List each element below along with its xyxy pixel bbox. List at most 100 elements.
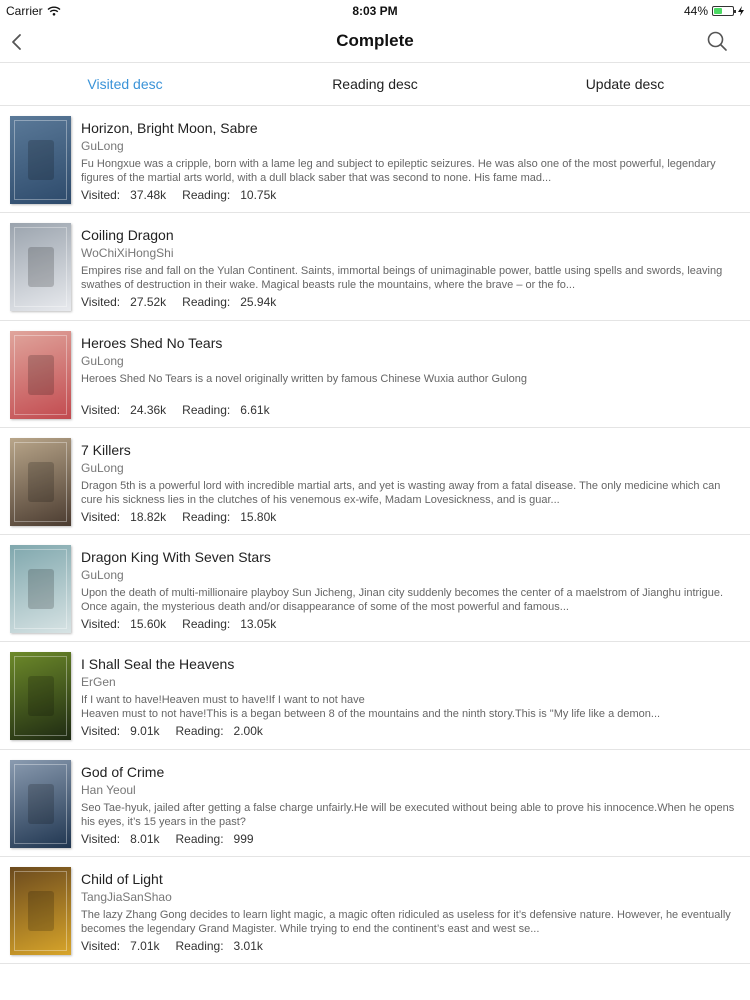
book-author: GuLong [81, 568, 124, 583]
book-cover[interactable] [10, 652, 71, 741]
book-cover[interactable] [10, 759, 71, 848]
visited-label: Visited: [81, 295, 121, 310]
reading-count: 25.94k [240, 295, 277, 310]
reading-label: Reading: [175, 724, 224, 739]
visited-label: Visited: [81, 939, 121, 954]
book-author: GuLong [81, 139, 124, 153]
book-title[interactable]: Horizon, Bright Moon, Sabre [81, 120, 736, 138]
cover-art [27, 461, 54, 502]
list-item[interactable]: Dragon King With Seven Stars GuLong Upon… [0, 535, 750, 643]
book-cover[interactable] [10, 330, 71, 419]
book-author: WoChiXiHongShi [81, 246, 174, 261]
visited-label: Visited: [81, 402, 121, 417]
book-stats: Visited: 8.01k Reading: 999 [81, 832, 736, 846]
battery-indicator: 44% [684, 4, 744, 18]
reading-count: 999 [233, 831, 254, 846]
book-stats: Visited: 27.52k Reading: 25.94k [81, 295, 736, 309]
search-icon[interactable] [706, 30, 728, 52]
list-item[interactable]: 7 Killers GuLong Dragon 5th is a powerfu… [0, 428, 750, 536]
book-description: Dragon 5th is a powerful lord with incre… [81, 479, 721, 506]
list-item[interactable]: Horizon, Bright Moon, Sabre GuLong Fu Ho… [0, 106, 750, 214]
book-info: Heroes Shed No Tears GuLong Heroes Shed … [81, 335, 736, 417]
book-description: Heroes Shed No Tears is a novel original… [81, 372, 527, 385]
book-stats: Visited: 15.60k Reading: 13.05k [81, 617, 736, 631]
book-author: ErGen [81, 675, 116, 690]
cover-art [27, 569, 54, 610]
status-bar: Carrier 8:03 PM 44% [0, 0, 750, 22]
list-item[interactable]: Coiling Dragon WoChiXiHongShi Empires ri… [0, 213, 750, 321]
book-description: The lazy Zhang Gong decides to learn lig… [81, 909, 731, 936]
tab-reading-desc[interactable]: Reading desc [250, 63, 500, 105]
book-info: Child of Light TangJiaSanShao The lazy Z… [81, 871, 736, 953]
book-info: God of Crime Han Yeoul Seo Tae-hyuk, jai… [81, 764, 736, 846]
book-title[interactable]: Child of Light [81, 871, 736, 889]
reading-label: Reading: [182, 188, 231, 202]
cover-art [27, 676, 54, 717]
reading-label: Reading: [175, 831, 224, 846]
list-item[interactable]: Child of Light TangJiaSanShao The lazy Z… [0, 857, 750, 965]
book-title[interactable]: 7 Killers [81, 442, 736, 460]
tab-visited-desc[interactable]: Visited desc [0, 63, 250, 105]
reading-label: Reading: [182, 402, 231, 417]
cover-art [27, 354, 54, 395]
visited-count: 24.36k [130, 402, 167, 417]
page-title: Complete [336, 31, 414, 50]
visited-count: 15.60k [130, 617, 167, 632]
book-description: Empires rise and fall on the Yulan Conti… [81, 265, 723, 292]
reading-label: Reading: [182, 617, 231, 632]
book-description: Fu Hongxue was a cripple, born with a la… [81, 158, 716, 184]
book-stats: Visited: 18.82k Reading: 15.80k [81, 510, 736, 524]
navigation-bar: Complete [0, 22, 750, 63]
visited-count: 27.52k [130, 295, 167, 310]
charging-icon [738, 6, 744, 16]
battery-percent: 44% [683, 4, 708, 18]
visited-label: Visited: [81, 188, 121, 202]
visited-count: 9.01k [130, 724, 160, 739]
book-author: TangJiaSanShao [81, 890, 172, 905]
book-cover[interactable] [10, 223, 71, 312]
list-item[interactable]: God of Crime Han Yeoul Seo Tae-hyuk, jai… [0, 750, 750, 858]
reading-count: 13.05k [240, 617, 277, 632]
book-author: GuLong [81, 353, 124, 368]
book-info: Horizon, Bright Moon, Sabre GuLong Fu Ho… [81, 120, 736, 202]
reading-count: 6.61k [240, 402, 270, 417]
book-stats: Visited: 24.36k Reading: 6.61k [81, 403, 736, 417]
book-cover[interactable] [10, 867, 71, 956]
book-title[interactable]: Heroes Shed No Tears [81, 335, 736, 353]
book-cover[interactable] [10, 545, 71, 634]
visited-count: 7.01k [130, 939, 160, 954]
reading-count: 3.01k [233, 939, 263, 954]
list-item[interactable]: Heroes Shed No Tears GuLong Heroes Shed … [0, 321, 750, 428]
list-item[interactable]: I Shall Seal the Heavens ErGen If I want… [0, 642, 750, 750]
book-stats: Visited: 37.48k Reading: 10.75k [81, 188, 736, 202]
book-title[interactable]: Coiling Dragon [81, 227, 736, 245]
visited-label: Visited: [81, 509, 121, 524]
sort-tabs: Visited desc Reading desc Update desc [0, 63, 750, 106]
tab-update-desc[interactable]: Update desc [500, 63, 750, 105]
cover-art [27, 247, 54, 288]
book-description: If I want to have!Heaven must to have!If… [81, 694, 661, 721]
reading-count: 10.75k [240, 188, 277, 202]
cover-art [27, 891, 54, 932]
book-info: Coiling Dragon WoChiXiHongShi Empires ri… [81, 227, 736, 309]
book-cover[interactable] [10, 437, 71, 526]
book-info: I Shall Seal the Heavens ErGen If I want… [81, 656, 736, 738]
book-title[interactable]: Dragon King With Seven Stars [81, 549, 736, 567]
visited-count: 37.48k [130, 188, 167, 202]
book-author: GuLong [81, 460, 124, 475]
book-list: Horizon, Bright Moon, Sabre GuLong Fu Ho… [0, 106, 750, 965]
visited-label: Visited: [81, 724, 121, 739]
book-description: Seo Tae-hyuk, jailed after getting a fal… [81, 801, 735, 828]
visited-count: 8.01k [130, 831, 160, 846]
book-title[interactable]: I Shall Seal the Heavens [81, 656, 736, 674]
reading-label: Reading: [182, 509, 231, 524]
reading-count: 2.00k [233, 724, 263, 739]
book-cover[interactable] [10, 116, 71, 204]
book-info: 7 Killers GuLong Dragon 5th is a powerfu… [81, 442, 736, 524]
book-stats: Visited: 9.01k Reading: 2.00k [81, 724, 736, 738]
book-stats: Visited: 7.01k Reading: 3.01k [81, 939, 736, 953]
visited-label: Visited: [81, 617, 121, 632]
book-description: Upon the death of multi-millionaire play… [81, 587, 724, 614]
battery-icon [712, 6, 736, 16]
book-title[interactable]: God of Crime [81, 764, 736, 782]
